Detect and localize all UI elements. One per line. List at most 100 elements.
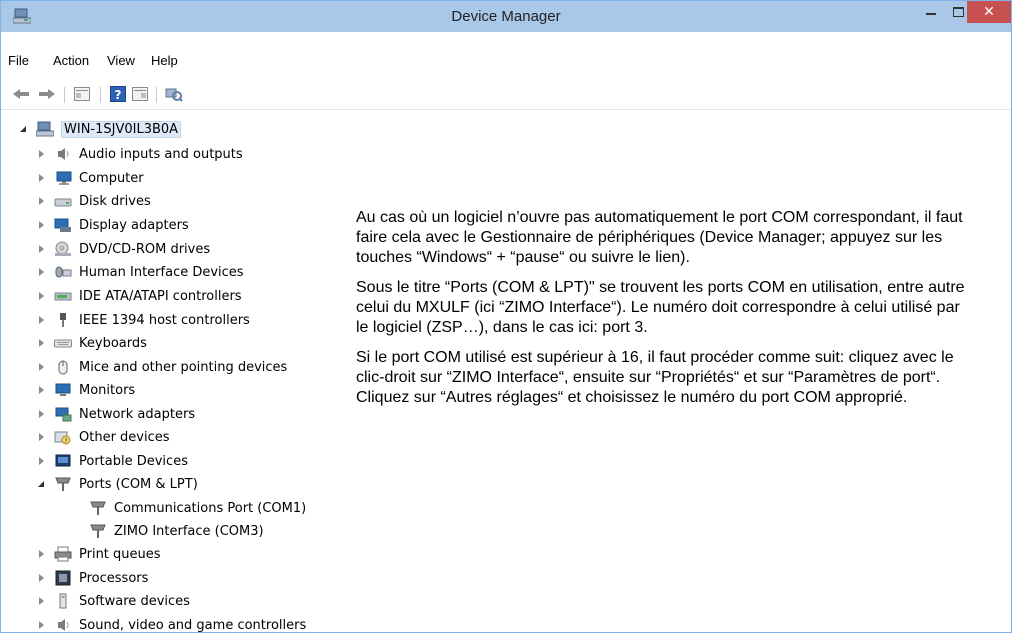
device-tree: WIN-1SJV0IL3B0A Audio inputs and outputs… xyxy=(1,119,346,634)
tree-item-keyboards[interactable]: Keyboards xyxy=(37,333,147,353)
expand-arrow-icon[interactable] xyxy=(37,409,47,419)
tree-item-label: IDE ATA/ATAPI controllers xyxy=(79,288,242,304)
tree-item-other[interactable]: ? Other devices xyxy=(37,427,170,447)
expand-arrow-icon[interactable] xyxy=(37,456,47,466)
tree-item-computer[interactable]: Computer xyxy=(37,168,144,188)
monitor-icon xyxy=(54,382,72,398)
processor-icon xyxy=(54,570,72,586)
menu-bar: File Action View Help xyxy=(1,53,1011,75)
menu-help[interactable]: Help xyxy=(151,53,178,68)
expand-arrow-icon[interactable] xyxy=(37,220,47,230)
collapse-arrow-icon[interactable] xyxy=(37,479,47,489)
tree-item-portable[interactable]: Portable Devices xyxy=(37,451,188,471)
tree-item-label: Sound, video and game controllers xyxy=(79,617,307,633)
tree-item-label: DVD/CD-ROM drives xyxy=(79,241,211,257)
toolbar-separator xyxy=(156,87,157,103)
network-adapter-icon xyxy=(54,406,72,422)
explanation-paragraph: Si le port COM utilisé est supérieur à 1… xyxy=(356,349,954,406)
expand-arrow-icon[interactable] xyxy=(37,149,47,159)
expand-arrow-icon[interactable] xyxy=(37,291,47,301)
tree-item-display-adapters[interactable]: Display adapters xyxy=(37,215,189,235)
collapse-arrow-icon[interactable] xyxy=(19,124,29,134)
expand-arrow-icon[interactable] xyxy=(37,596,47,606)
tree-item-com1[interactable]: Communications Port (COM1) xyxy=(89,498,306,518)
tree-item-sound[interactable]: Sound, video and game controllers xyxy=(37,615,306,635)
tree-item-label: Other devices xyxy=(79,429,170,445)
portable-device-icon xyxy=(54,453,72,469)
display-adapter-icon xyxy=(54,217,72,233)
tree-item-label: ZIMO Interface (COM3) xyxy=(114,523,264,539)
tree-item-label: Keyboards xyxy=(79,335,147,351)
port-icon xyxy=(89,500,107,516)
expand-arrow-icon[interactable] xyxy=(37,620,47,630)
tree-item-mice[interactable]: Mice and other pointing devices xyxy=(37,357,287,377)
expand-arrow-icon[interactable] xyxy=(37,432,47,442)
tree-item-label: Computer xyxy=(79,170,144,186)
tree-item-label: Ports (COM & LPT) xyxy=(79,476,198,492)
disk-drive-icon xyxy=(54,193,72,209)
minimize-button[interactable] xyxy=(917,1,945,23)
tree-item-label: Print queues xyxy=(79,546,161,562)
help-icon[interactable]: ? xyxy=(107,83,129,105)
tree-item-label: Disk drives xyxy=(79,193,151,209)
tree-item-dvd[interactable]: DVD/CD-ROM drives xyxy=(37,239,210,259)
tree-item-ide[interactable]: IDE ATA/ATAPI controllers xyxy=(37,286,242,306)
tree-item-network[interactable]: Network adapters xyxy=(37,404,195,424)
computer-icon xyxy=(54,170,72,186)
view-icon[interactable] xyxy=(129,83,151,105)
close-button[interactable]: ✕ xyxy=(967,1,1011,23)
device-manager-window: Device Manager ✕ File Action View Help ? xyxy=(0,0,1012,633)
expand-arrow-icon[interactable] xyxy=(37,385,47,395)
port-icon xyxy=(89,523,107,539)
tree-item-label: IEEE 1394 host controllers xyxy=(79,312,250,328)
computer-icon xyxy=(35,121,55,137)
printer-icon xyxy=(54,546,72,562)
tree-item-label: Software devices xyxy=(79,593,190,609)
tree-item-ports[interactable]: Ports (COM & LPT) xyxy=(37,474,198,494)
expand-arrow-icon[interactable] xyxy=(37,244,47,254)
menu-file[interactable]: File xyxy=(8,53,29,68)
tree-item-disk-drives[interactable]: Disk drives xyxy=(37,191,151,211)
forward-arrow-icon[interactable] xyxy=(36,83,58,105)
tree-item-print-queues[interactable]: Print queues xyxy=(37,544,161,564)
back-arrow-icon[interactable] xyxy=(10,83,32,105)
scan-hardware-icon[interactable] xyxy=(163,83,185,105)
tree-item-label: Portable Devices xyxy=(79,453,188,469)
hid-icon xyxy=(54,264,72,280)
expand-arrow-icon[interactable] xyxy=(37,362,47,372)
expand-arrow-icon[interactable] xyxy=(37,549,47,559)
tree-item-label: Mice and other pointing devices xyxy=(79,359,288,375)
port-icon xyxy=(54,476,72,492)
window-title: Device Manager xyxy=(451,8,561,25)
expand-arrow-icon[interactable] xyxy=(37,173,47,183)
expand-arrow-icon[interactable] xyxy=(37,338,47,348)
expand-arrow-icon[interactable] xyxy=(37,196,47,206)
menu-view[interactable]: View xyxy=(107,53,135,68)
tree-item-ieee1394[interactable]: IEEE 1394 host controllers xyxy=(37,310,250,330)
tree-item-label: Communications Port (COM1) xyxy=(114,500,307,516)
tree-item-audio[interactable]: Audio inputs and outputs xyxy=(37,144,243,164)
tree-item-software[interactable]: Software devices xyxy=(37,591,190,611)
ide-controller-icon xyxy=(54,288,72,304)
properties-icon[interactable] xyxy=(71,83,93,105)
toolbar-separator xyxy=(100,87,101,103)
tree-item-monitors[interactable]: Monitors xyxy=(37,380,135,400)
keyboard-icon xyxy=(54,335,72,351)
expand-arrow-icon[interactable] xyxy=(37,573,47,583)
expand-arrow-icon[interactable] xyxy=(37,315,47,325)
explanation-paragraph: Sous le titre “Ports (COM & LPT)" se tro… xyxy=(356,279,965,336)
tree-root[interactable]: WIN-1SJV0IL3B0A xyxy=(19,119,182,139)
title-bar[interactable]: Device Manager ✕ xyxy=(1,1,1011,32)
svg-text:?: ? xyxy=(64,438,67,445)
menu-action[interactable]: Action xyxy=(53,53,89,68)
ieee1394-icon xyxy=(54,312,72,328)
tree-item-label: Display adapters xyxy=(79,217,189,233)
dvd-drive-icon xyxy=(54,241,72,257)
tree-item-label: Network adapters xyxy=(79,406,196,422)
expand-arrow-icon[interactable] xyxy=(37,267,47,277)
tree-item-hid[interactable]: Human Interface Devices xyxy=(37,262,244,282)
tree-item-processors[interactable]: Processors xyxy=(37,568,148,588)
tree-item-label: Human Interface Devices xyxy=(79,264,244,280)
tree-item-zimo-com3[interactable]: ZIMO Interface (COM3) xyxy=(89,521,264,541)
speaker-icon xyxy=(54,617,72,633)
